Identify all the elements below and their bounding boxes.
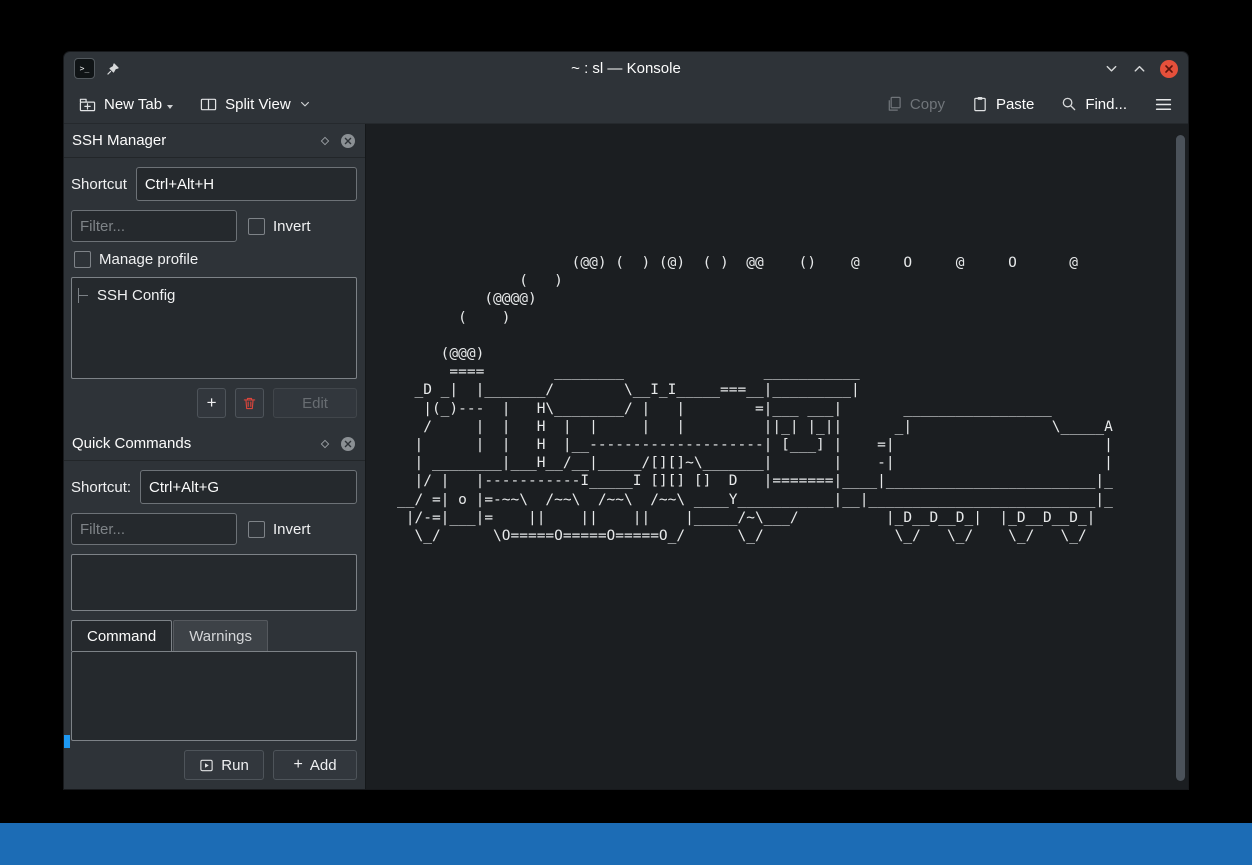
close-panel-icon[interactable]	[340, 436, 356, 452]
trash-icon	[242, 396, 257, 411]
copy-label: Copy	[910, 96, 945, 113]
qc-invert-label: Invert	[273, 521, 311, 538]
find-label: Find...	[1085, 96, 1127, 113]
pin-icon[interactable]	[106, 62, 120, 76]
quick-commands-header[interactable]: Quick Commands	[64, 427, 365, 461]
new-tab-icon	[79, 96, 96, 113]
panel-accent-sliver	[64, 735, 70, 748]
qc-invert-checkbox[interactable]	[248, 521, 265, 538]
paste-icon	[972, 96, 988, 112]
tab-command[interactable]: Command	[71, 620, 172, 651]
ssh-filter-input[interactable]	[71, 210, 237, 242]
ssh-invert-checkbox[interactable]	[248, 218, 265, 235]
new-tab-label: New Tab	[104, 96, 162, 113]
copy-icon	[886, 96, 902, 112]
terminal-output: (@@) ( ) (@) ( ) @@ () @ O @ O @ ( ) (@@…	[397, 254, 1113, 545]
run-button[interactable]: Run	[184, 750, 264, 780]
ssh-shortcut-label: Shortcut	[71, 176, 127, 193]
qc-add-button[interactable]: + Add	[273, 750, 357, 780]
editor-tabs: Command Warnings	[71, 620, 357, 651]
close-panel-icon[interactable]	[340, 133, 356, 149]
ssh-profile-list[interactable]: SSH Config	[71, 277, 357, 379]
tree-item-ssh-config[interactable]: SSH Config	[78, 284, 350, 306]
paste-label: Paste	[996, 96, 1034, 113]
ssh-manager-title: SSH Manager	[72, 132, 319, 149]
ssh-manager-panel: SSH Manager Sh	[64, 124, 365, 427]
chevron-down-icon[interactable]	[1104, 61, 1119, 76]
command-editor[interactable]	[71, 651, 357, 741]
desktop-taskbar[interactable]	[0, 823, 1252, 865]
float-panel-icon[interactable]	[319, 135, 331, 147]
split-view-label: Split View	[225, 96, 291, 113]
hamburger-menu-button[interactable]	[1154, 95, 1173, 114]
tab-command-label: Command	[87, 628, 156, 645]
quick-commands-panel: Quick Commands	[64, 427, 365, 789]
search-icon	[1061, 96, 1077, 112]
tab-warnings-label: Warnings	[189, 628, 252, 645]
quick-commands-list[interactable]	[71, 554, 357, 611]
ssh-invert-label: Invert	[273, 218, 311, 235]
paste-button[interactable]: Paste	[972, 96, 1034, 113]
sidebar: SSH Manager Sh	[64, 124, 366, 789]
titlebar[interactable]: >_ ~ : sl — Konsole	[64, 52, 1188, 85]
qc-shortcut-input[interactable]	[140, 470, 357, 504]
add-label: Add	[310, 757, 337, 774]
terminal-scrollbar[interactable]	[1176, 135, 1185, 781]
tree-branch-icon	[78, 288, 91, 303]
float-panel-icon[interactable]	[319, 438, 331, 450]
split-view-chevron-icon	[299, 98, 311, 110]
desktop: >_ ~ : sl — Konsole	[0, 0, 1252, 865]
find-button[interactable]: Find...	[1061, 96, 1127, 113]
main-toolbar: New Tab Split View	[64, 85, 1188, 124]
ssh-add-button[interactable]: +	[197, 388, 226, 418]
manage-profile-label: Manage profile	[99, 251, 198, 268]
ssh-shortcut-input[interactable]	[136, 167, 357, 201]
window-content: SSH Manager Sh	[64, 124, 1188, 789]
ssh-edit-button[interactable]: Edit	[273, 388, 357, 418]
tree-item-label: SSH Config	[97, 287, 175, 304]
close-button[interactable]	[1160, 60, 1178, 78]
split-view-icon	[200, 96, 217, 113]
tab-warnings[interactable]: Warnings	[173, 620, 268, 651]
manage-profile-checkbox[interactable]	[74, 251, 91, 268]
run-label: Run	[221, 757, 249, 774]
quick-commands-title: Quick Commands	[72, 435, 319, 452]
terminal-screen[interactable]: (@@) ( ) (@) ( ) @@ () @ O @ O @ ( ) (@@…	[366, 124, 1188, 789]
plus-icon: +	[294, 757, 303, 773]
split-view-button[interactable]: Split View	[200, 96, 311, 113]
qc-filter-input[interactable]	[71, 513, 237, 545]
qc-shortcut-label: Shortcut:	[71, 479, 131, 496]
konsole-app-icon[interactable]: >_	[74, 58, 95, 79]
ssh-manager-header[interactable]: SSH Manager	[64, 124, 365, 158]
hamburger-icon	[1154, 95, 1173, 114]
konsole-window: >_ ~ : sl — Konsole	[64, 52, 1188, 789]
run-icon	[199, 758, 214, 773]
close-icon	[1164, 64, 1174, 74]
ssh-delete-button[interactable]	[235, 388, 264, 418]
chevron-up-icon[interactable]	[1132, 61, 1147, 76]
copy-button[interactable]: Copy	[886, 96, 945, 113]
new-tab-button[interactable]: New Tab	[79, 96, 173, 113]
new-tab-menu-caret-icon[interactable]	[167, 105, 173, 109]
window-title: ~ : sl — Konsole	[64, 60, 1188, 77]
